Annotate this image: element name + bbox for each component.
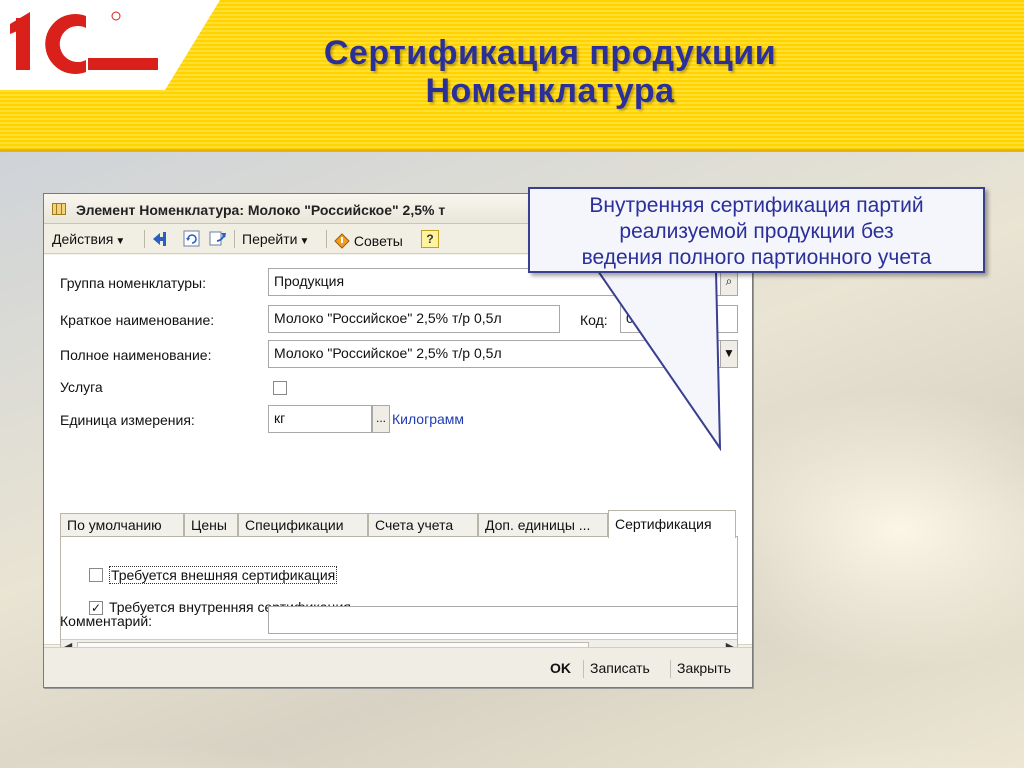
unit-field[interactable]: кг [268, 405, 372, 433]
toolbar-separator [234, 230, 235, 248]
close-button[interactable]: Закрыть [677, 660, 731, 676]
goto-menu[interactable]: Перейти ▼ [242, 230, 309, 250]
tab-accounts[interactable]: Счета учета [368, 513, 478, 537]
short-name-label: Краткое наименование: [60, 312, 215, 328]
chevron-down-icon[interactable]: ▼ [720, 340, 738, 368]
tips-label: Советы [353, 233, 403, 249]
callout-line1: Внутренняя сертификация партий [589, 194, 924, 217]
tab-certification[interactable]: Сертификация [608, 510, 736, 538]
comment-label: Комментарий: [60, 613, 153, 629]
unit-link[interactable]: Килограмм [392, 411, 464, 427]
tab-prices[interactable]: Цены [184, 513, 238, 537]
certification-panel: Требуется внешняя сертификация ✓ Требует… [60, 536, 738, 656]
unit-select-button[interactable]: ... [372, 405, 390, 433]
tips-button[interactable]: Советы [334, 230, 403, 250]
service-checkbox[interactable] [273, 381, 287, 395]
save-button[interactable]: Записать [590, 660, 650, 676]
slide-header: Сертификация продукции Номенклатура [0, 0, 1024, 152]
goto-label: Перейти [242, 231, 298, 247]
tab-specifications[interactable]: Спецификации [238, 513, 368, 537]
external-cert-label[interactable]: Требуется внешняя сертификация [109, 566, 338, 584]
service-label: Услуга [60, 379, 103, 395]
toolbar-separator [326, 230, 327, 248]
actions-menu[interactable]: Действия ▼ [52, 230, 125, 250]
toolbar-separator [144, 230, 145, 248]
tab-bar: По умолчанию Цены Спецификации Счета уче… [60, 510, 738, 538]
help-button[interactable]: ? [421, 230, 439, 248]
comment-field[interactable] [268, 606, 738, 634]
tips-icon [334, 233, 350, 249]
button-separator [583, 660, 584, 678]
ok-button[interactable]: OK [550, 660, 571, 676]
actions-label: Действия [52, 231, 114, 247]
code-field[interactable]: 00 [620, 305, 738, 333]
code-label: Код: [580, 312, 608, 328]
full-name-field[interactable]: Молоко "Российское" 2,5% т/р 0,5л [268, 340, 738, 368]
refresh-icon[interactable] [182, 229, 202, 249]
slide-title-line2: Номенклатура [425, 72, 675, 110]
tab-default[interactable]: По умолчанию [60, 513, 184, 537]
bottom-bar: OK Записать Закрыть [44, 647, 752, 687]
callout-note: Внутренняя сертификация партий реализуем… [528, 187, 985, 273]
move-to-group-icon[interactable] [150, 229, 170, 249]
1c-logo-icon [10, 11, 158, 75]
unit-label: Единица измерения: [60, 412, 195, 428]
short-name-field[interactable]: Молоко "Российское" 2,5% т/р 0,5л [268, 305, 560, 333]
callout-line2: реализуемой продукции без [619, 220, 894, 243]
dropdown-arrow-icon: ▼ [115, 236, 126, 247]
group-label: Группа номенклатуры: [60, 275, 207, 291]
tab-extra-units[interactable]: Доп. единицы ... [478, 513, 608, 537]
copy-document-icon[interactable] [208, 229, 228, 249]
external-cert-checkbox[interactable] [89, 568, 103, 582]
form-body: Группа номенклатуры: Продукция ⌕ Краткое… [44, 255, 752, 656]
window-title: Элемент Номенклатура: Молоко "Российское… [76, 202, 446, 218]
dropdown-arrow-icon: ▼ [299, 236, 310, 247]
slide-title-line1: Сертификация продукции [323, 34, 777, 72]
button-separator [670, 660, 671, 678]
full-name-label: Полное наименование: [60, 347, 212, 363]
callout-line3: ведения полного партионного учета [581, 246, 932, 269]
catalog-icon [52, 203, 66, 215]
